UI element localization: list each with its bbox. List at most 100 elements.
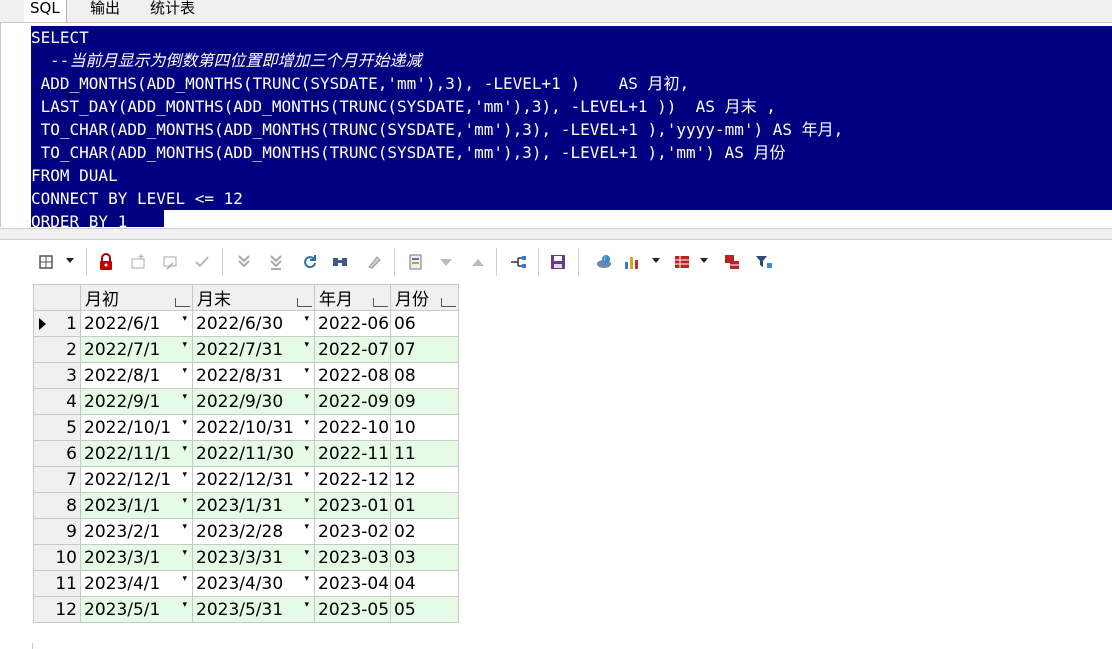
cell-month-start[interactable]: 2023/4/1 ▾	[80, 570, 193, 597]
chevron-down-icon[interactable]	[66, 258, 74, 263]
cell-year-month[interactable]: 2022-06	[314, 310, 391, 337]
cell-month-end[interactable]: 2023/5/31 ▾	[192, 596, 315, 623]
table-row[interactable]: 4 2022/9/1 ▾ 2022/9/30 ▾ 2022-09 09	[33, 388, 459, 415]
fetch-all-icon[interactable]	[266, 252, 286, 272]
tab-output[interactable]: 输出	[84, 0, 126, 22]
cell-year-month[interactable]: 2023-04	[314, 570, 391, 597]
cell-year-month[interactable]: 2023-02	[314, 518, 391, 545]
cell-year-month[interactable]: 2023-03	[314, 544, 391, 571]
cell-month-end[interactable]: 2023/1/31 ▾	[192, 492, 315, 519]
cell-month-start[interactable]: 2023/3/1 ▾	[80, 544, 193, 571]
row-number[interactable]: 1	[33, 310, 81, 337]
clear-icon[interactable]	[364, 252, 384, 272]
row-number[interactable]: 9	[33, 518, 81, 545]
table-row[interactable]: 9 2023/2/1 ▾ 2023/2/28 ▾ 2023-02 02	[33, 518, 459, 545]
table-row[interactable]: 3 2022/8/1 ▾ 2022/8/31 ▾ 2022-08 08	[33, 362, 459, 389]
column-filter-icon[interactable]	[441, 298, 456, 307]
table-row[interactable]: 6 2022/11/1 ▾ 2022/11/30 ▾ 2022-11 11	[33, 440, 459, 467]
date-picker-icon[interactable]: ▾	[182, 367, 187, 376]
lock-icon[interactable]	[96, 252, 116, 272]
row-number[interactable]: 10	[33, 544, 81, 571]
cell-year-month[interactable]: 2022-10	[314, 414, 391, 441]
chart-icon[interactable]	[622, 252, 642, 272]
cell-month-end[interactable]: 2023/2/28 ▾	[192, 518, 315, 545]
date-picker-icon[interactable]: ▾	[304, 393, 309, 402]
cell-month[interactable]: 08	[390, 362, 459, 389]
cell-month-start[interactable]: 2022/11/1 ▾	[80, 440, 193, 467]
row-number[interactable]: 7	[33, 466, 81, 493]
cell-month-start[interactable]: 2022/10/1 ▾	[80, 414, 193, 441]
cell-month[interactable]: 07	[390, 336, 459, 363]
cell-month-end[interactable]: 2022/10/31 ▾	[192, 414, 315, 441]
table-row[interactable]: 7 2022/12/1 ▾ 2022/12/31 ▾ 2022-12 12	[33, 466, 459, 493]
panel-splitter[interactable]	[0, 228, 1112, 240]
post-edit-icon[interactable]	[192, 252, 212, 272]
column-header[interactable]: 年月	[314, 284, 391, 311]
add-record-icon[interactable]	[128, 252, 148, 272]
sort-desc-icon[interactable]	[436, 252, 456, 272]
date-picker-icon[interactable]: ▾	[304, 549, 309, 558]
last-record-icon[interactable]	[234, 252, 254, 272]
date-picker-icon[interactable]: ▾	[182, 471, 187, 480]
cell-month-end[interactable]: 2023/3/31 ▾	[192, 544, 315, 571]
sql-code[interactable]: SELECT --当前月显示为倒数第四位置即增加三个月开始递减 ADD_MONT…	[31, 26, 1112, 227]
date-picker-icon[interactable]: ▾	[182, 575, 187, 584]
cell-year-month[interactable]: 2022-07	[314, 336, 391, 363]
date-picker-icon[interactable]: ▾	[304, 601, 309, 610]
sql-editor[interactable]: SELECT --当前月显示为倒数第四位置即增加三个月开始递减 ADD_MONT…	[0, 23, 1112, 227]
date-picker-icon[interactable]: ▾	[182, 445, 187, 454]
date-picker-icon[interactable]: ▾	[182, 601, 187, 610]
save-icon[interactable]	[548, 252, 568, 272]
cell-month-start[interactable]: 2023/1/1 ▾	[80, 492, 193, 519]
cell-month[interactable]: 12	[390, 466, 459, 493]
date-picker-icon[interactable]: ▾	[304, 367, 309, 376]
date-picker-icon[interactable]: ▾	[182, 341, 187, 350]
column-header[interactable]: 月初	[80, 284, 193, 311]
cell-month-end[interactable]: 2022/12/31 ▾	[192, 466, 315, 493]
chevron-down-icon[interactable]	[700, 258, 708, 263]
row-number[interactable]: 11	[33, 570, 81, 597]
cell-year-month[interactable]: 2022-11	[314, 440, 391, 467]
cell-year-month[interactable]: 2022-09	[314, 388, 391, 415]
cell-month-end[interactable]: 2022/11/30 ▾	[192, 440, 315, 467]
grid-options-icon[interactable]	[36, 252, 56, 272]
table-row[interactable]: 12 2023/5/1 ▾ 2023/5/31 ▾ 2023-05 05	[33, 596, 459, 623]
cell-month-start[interactable]: 2023/5/1 ▾	[80, 596, 193, 623]
cell-month[interactable]: 04	[390, 570, 459, 597]
cell-month[interactable]: 01	[390, 492, 459, 519]
row-number[interactable]: 5	[33, 414, 81, 441]
cell-month[interactable]: 06	[390, 310, 459, 337]
table-row[interactable]: 11 2023/4/1 ▾ 2023/4/30 ▾ 2023-04 04	[33, 570, 459, 597]
table-row[interactable]: 2 2022/7/1 ▾ 2022/7/31 ▾ 2022-07 07	[33, 336, 459, 363]
chevron-down-icon[interactable]	[652, 258, 660, 263]
row-number[interactable]: 2	[33, 336, 81, 363]
date-picker-icon[interactable]: ▾	[182, 497, 187, 506]
link-icon[interactable]	[508, 252, 528, 272]
date-picker-icon[interactable]: ▾	[304, 497, 309, 506]
row-number[interactable]: 6	[33, 440, 81, 467]
cell-month-end[interactable]: 2022/8/31 ▾	[192, 362, 315, 389]
column-filter-icon[interactable]	[297, 298, 312, 307]
date-picker-icon[interactable]: ▾	[182, 393, 187, 402]
cell-month-start[interactable]: 2022/9/1 ▾	[80, 388, 193, 415]
cell-month[interactable]: 02	[390, 518, 459, 545]
date-picker-icon[interactable]: ▾	[304, 341, 309, 350]
date-picker-icon[interactable]: ▾	[304, 315, 309, 324]
cell-year-month[interactable]: 2022-12	[314, 466, 391, 493]
cell-month-start[interactable]: 2022/6/1 ▾	[80, 310, 193, 337]
table-row[interactable]: 8 2023/1/1 ▾ 2023/1/31 ▾ 2023-01 01	[33, 492, 459, 519]
cell-month-start[interactable]: 2022/12/1 ▾	[80, 466, 193, 493]
cell-year-month[interactable]: 2023-01	[314, 492, 391, 519]
table-row[interactable]: 5 2022/10/1 ▾ 2022/10/31 ▾ 2022-10 10	[33, 414, 459, 441]
column-header[interactable]: 月份	[390, 284, 459, 311]
delete-record-icon[interactable]	[160, 252, 180, 272]
table-row[interactable]: 10 2023/3/1 ▾ 2023/3/31 ▾ 2023-03 03	[33, 544, 459, 571]
row-number[interactable]: 3	[33, 362, 81, 389]
cell-month-start[interactable]: 2023/2/1 ▾	[80, 518, 193, 545]
cell-month-end[interactable]: 2022/6/30 ▾	[192, 310, 315, 337]
cell-month[interactable]: 10	[390, 414, 459, 441]
sort-asc-icon[interactable]	[468, 252, 488, 272]
date-picker-icon[interactable]: ▾	[182, 419, 187, 428]
cell-year-month[interactable]: 2023-05	[314, 596, 391, 623]
cell-month[interactable]: 05	[390, 596, 459, 623]
